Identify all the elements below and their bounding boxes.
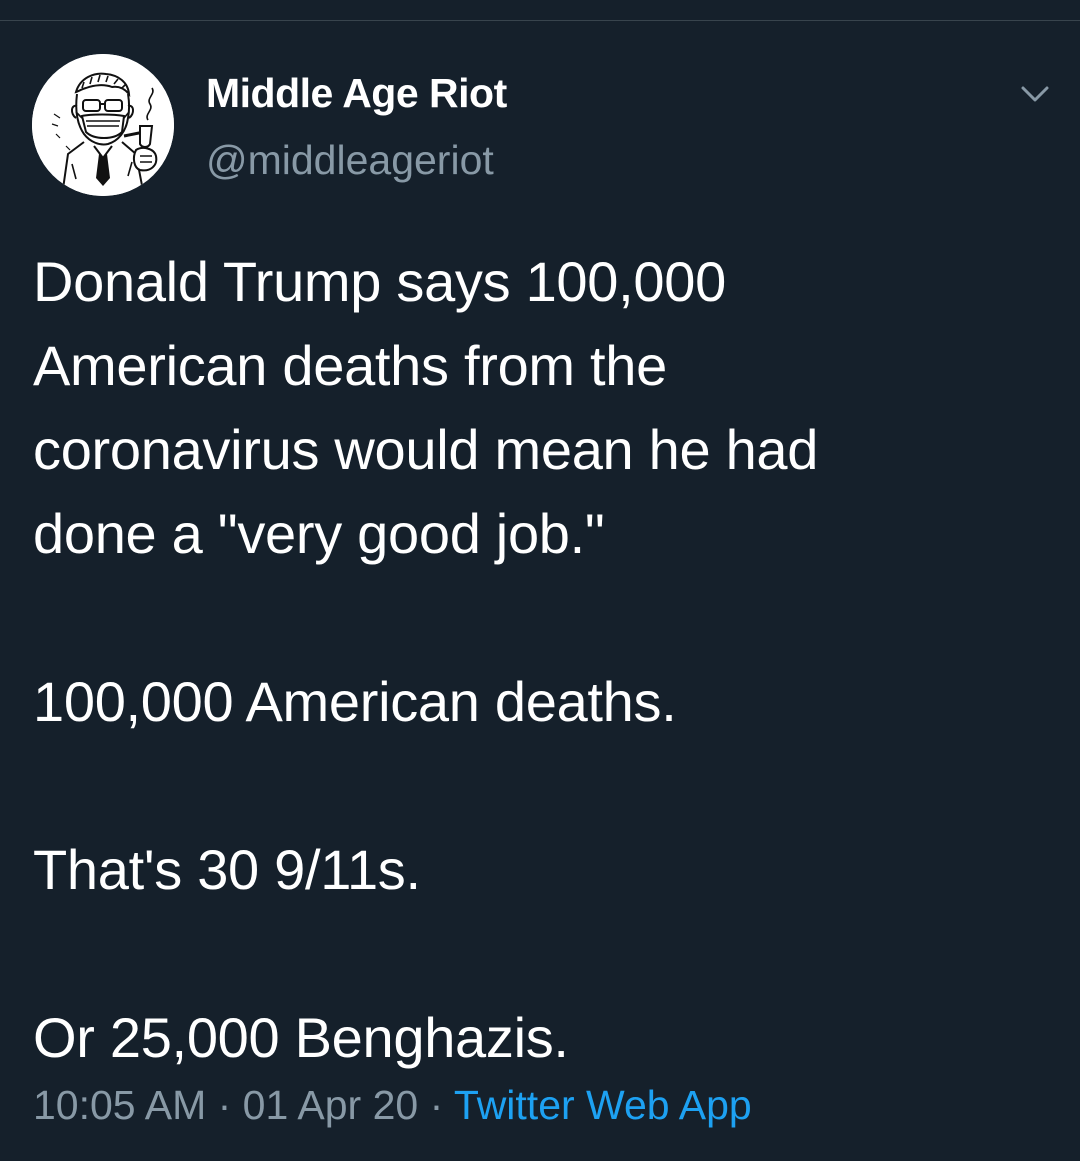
masked-man-with-pipe-icon — [32, 54, 174, 196]
tweet-line: That's 30 9/11s. — [33, 838, 421, 901]
tweet-line: coronavirus would mean he had — [33, 418, 819, 481]
avatar[interactable] — [32, 54, 174, 196]
tweet-line: Or 25,000 Benghazis. — [33, 1006, 569, 1069]
tweet-line: done a "very good job." — [33, 502, 605, 565]
tweet: Middle Age Riot @middleageriot Donald Tr… — [0, 0, 1080, 1161]
tweet-source-link[interactable]: Twitter Web App — [454, 1082, 752, 1128]
tweet-time[interactable]: 10:05 AM — [33, 1082, 206, 1128]
meta-separator: · — [418, 1082, 454, 1128]
more-options-button[interactable] — [1012, 74, 1058, 114]
display-name[interactable]: Middle Age Riot — [206, 70, 507, 117]
tweet-date[interactable]: 01 Apr 20 — [243, 1082, 419, 1128]
tweet-line: Donald Trump says 100,000 — [33, 250, 726, 313]
tweet-text: Donald Trump says 100,000 American death… — [33, 240, 1053, 1080]
tweet-line: American deaths from the — [33, 334, 667, 397]
user-handle[interactable]: @middleageriot — [206, 137, 494, 184]
meta-separator: · — [206, 1082, 243, 1128]
tweet-metadata: 10:05 AM · 01 Apr 20 · Twitter Web App — [33, 1082, 752, 1129]
chevron-down-icon — [1021, 86, 1049, 102]
tweet-line: 100,000 American deaths. — [33, 670, 677, 733]
